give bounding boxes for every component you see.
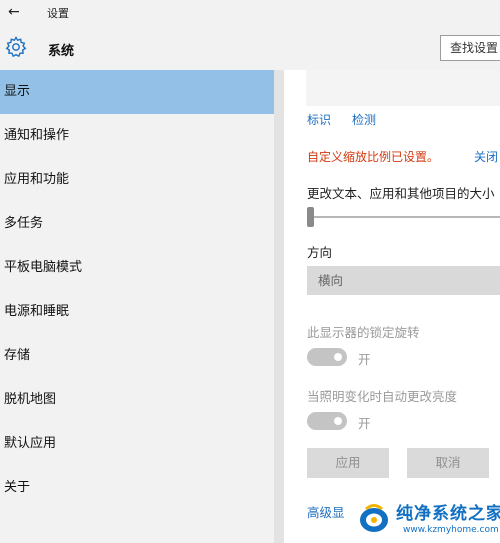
auto-brightness-label: 当照明变化时自动更改亮度: [307, 389, 458, 404]
watermark-url: www.kzmyhome.com: [403, 525, 499, 535]
watermark: 纯净系统之家 www.kzmyhome.com: [356, 497, 500, 543]
sidebar-item-notifications[interactable]: 通知和操作: [0, 114, 274, 158]
sidebar: 显示 通知和操作 应用和功能 多任务 平板电脑模式 电源和睡眠 存储 脱机地图 …: [0, 70, 274, 543]
sidebar-divider: [274, 70, 284, 543]
watermark-logo-icon: [360, 504, 388, 532]
back-arrow-icon[interactable]: ←: [8, 3, 26, 21]
sidebar-item-tablet-mode[interactable]: 平板电脑模式: [0, 246, 274, 290]
apply-button[interactable]: 应用: [307, 448, 389, 478]
toggle-knob: [334, 353, 342, 361]
sidebar-item-multitasking[interactable]: 多任务: [0, 202, 274, 246]
display-preview: [306, 70, 500, 106]
auto-brightness-toggle[interactable]: [307, 412, 347, 430]
sidebar-item-offline-maps[interactable]: 脱机地图: [0, 378, 274, 422]
sidebar-item-power-sleep[interactable]: 电源和睡眠: [0, 290, 274, 334]
page-header: 系统 查找设置: [0, 26, 500, 70]
turn-off-scaling-link[interactable]: 关闭: [474, 148, 498, 165]
rotation-lock-label: 此显示器的锁定旋转: [307, 325, 420, 340]
search-input[interactable]: 查找设置: [440, 35, 500, 61]
custom-scaling-warning: 自定义缩放比例已设置。: [307, 150, 440, 164]
scale-label: 更改文本、应用和其他项目的大小: [307, 186, 495, 201]
title-bar: ← 设置: [0, 0, 500, 26]
orientation-select[interactable]: 横向: [307, 266, 500, 295]
section-title: 系统: [48, 44, 75, 59]
scale-slider-track[interactable]: [308, 216, 500, 218]
advanced-display-settings-link[interactable]: 高级显: [307, 502, 345, 521]
auto-brightness-state: 开: [358, 416, 371, 431]
scale-slider-thumb[interactable]: [307, 207, 314, 227]
main-content: 标识 检测 自定义缩放比例已设置。 关闭 更改文本、应用和其他项目的大小 方向 …: [284, 70, 500, 543]
window-title: 设置: [47, 7, 69, 20]
detect-link[interactable]: 检测: [352, 111, 376, 128]
gear-icon: [5, 36, 27, 58]
sidebar-item-storage[interactable]: 存储: [0, 334, 274, 378]
sidebar-item-display[interactable]: 显示: [0, 70, 274, 114]
watermark-title: 纯净系统之家: [396, 504, 500, 524]
toggle-knob: [334, 417, 342, 425]
sidebar-item-default-apps[interactable]: 默认应用: [0, 422, 274, 466]
sidebar-item-apps-features[interactable]: 应用和功能: [0, 158, 274, 202]
identify-link[interactable]: 标识: [307, 111, 331, 128]
rotation-lock-toggle[interactable]: [307, 348, 347, 366]
rotation-lock-state: 开: [358, 352, 371, 367]
sidebar-item-about[interactable]: 关于: [0, 466, 274, 510]
cancel-button[interactable]: 取消: [407, 448, 489, 478]
orientation-label: 方向: [307, 245, 333, 260]
